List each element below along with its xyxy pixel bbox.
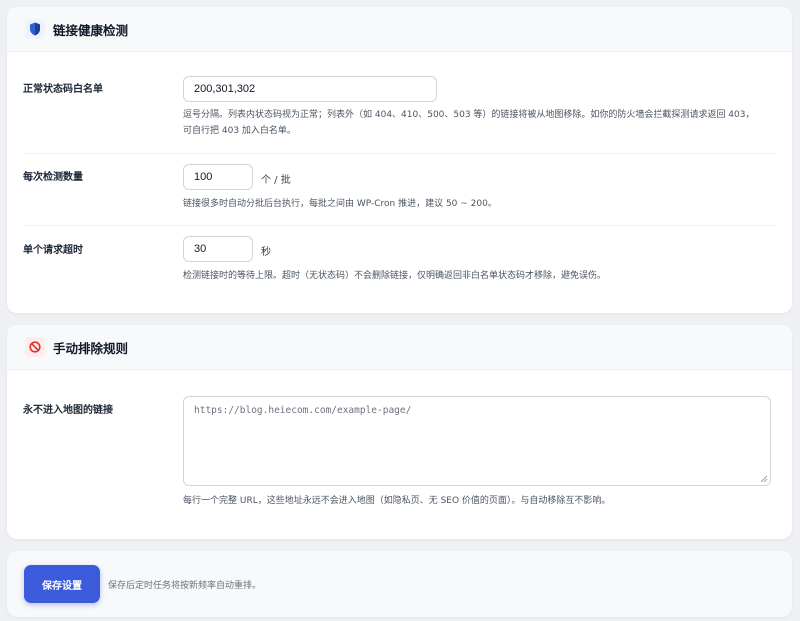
timeout-value: 30 [194,243,207,255]
batch-unit: 个 / 批 [261,175,291,186]
link-health-header: 链接健康检测 [7,7,792,52]
manual-exclude-card: 手动排除规则 永不进入地图的链接 https://blog.heiecom.co… [7,325,792,539]
link-health-title: 链接健康检测 [53,22,129,38]
divider [23,225,776,226]
whitelist-desc-line2: 可自行把 403 加入白名单。 [183,126,296,136]
whitelist-label: 正常状态码白名单 [23,84,103,95]
whitelist-description: 逗号分隔。列表内状态码视为正常；列表外（如 404、410、500、503 等）… [183,107,783,139]
timeout-unit: 秒 [261,247,271,258]
shield-icon [25,19,45,39]
whitelist-desc-line1: 逗号分隔。列表内状态码视为正常；列表外（如 404、410、500、503 等）… [183,110,755,120]
timeout-input[interactable]: 30 [183,236,253,262]
save-hint: 保存后定时任务将按新频率自动重排。 [108,581,262,591]
excluded-links-label: 永不进入地图的链接 [23,405,113,416]
batch-label: 每次检测数量 [23,172,83,183]
batch-description: 链接很多时自动分批后台执行，每批之间由 WP-Cron 推进，建议 50 ~ 2… [183,199,497,209]
save-settings-button[interactable]: 保存设置 [24,565,100,603]
whitelist-input-value: 200,301,302 [194,83,256,95]
excluded-links-placeholder: https://blog.heiecom.com/example-page/ [194,405,412,416]
divider [23,153,776,154]
timeout-description: 检测链接时的等待上限。超时（无状态码）不会删除链接，仅明确返回非白名单状态码才移… [183,271,607,281]
whitelist-input[interactable]: 200,301,302 [183,76,437,102]
manual-exclude-title: 手动排除规则 [53,340,129,356]
excluded-links-description: 每行一个完整 URL，这些地址永远不会进入地图（如隐私页、无 SEO 价值的页面… [183,496,611,506]
manual-exclude-header: 手动排除规则 [7,325,792,370]
link-health-card: 链接健康检测 正常状态码白名单 200,301,302 逗号分隔。列表内状态码视… [7,7,792,313]
batch-size-input[interactable]: 100 [183,164,253,190]
batch-size-value: 100 [194,171,213,183]
timeout-label: 单个请求超时 [23,245,83,256]
excluded-links-textarea[interactable]: https://blog.heiecom.com/example-page/ [183,396,771,486]
resize-handle-icon[interactable] [760,475,768,483]
prohibited-icon [25,337,45,357]
